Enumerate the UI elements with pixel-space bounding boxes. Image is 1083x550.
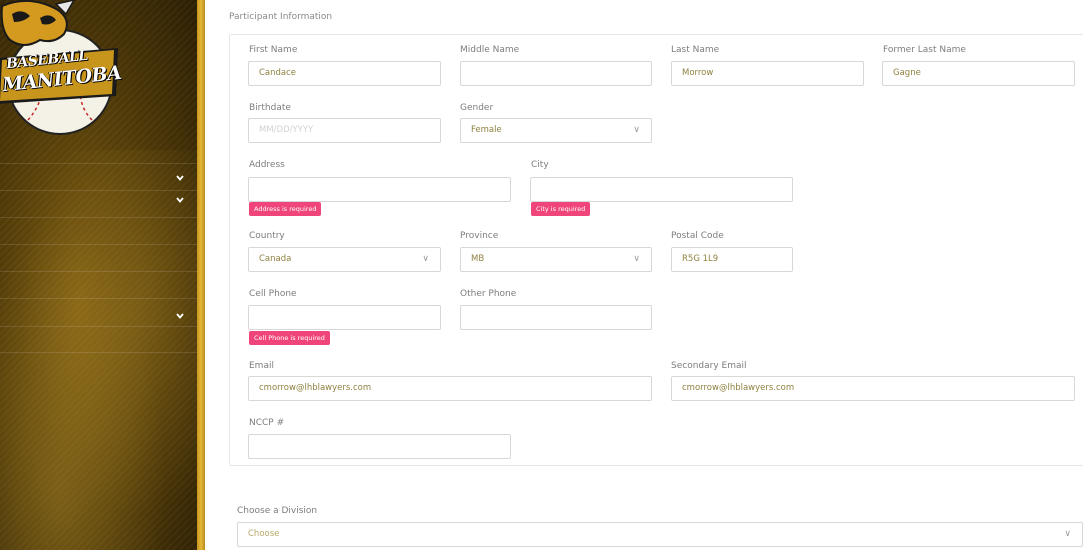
birthdate-field[interactable]: MM/DD/YYYY <box>248 118 441 143</box>
division-label: Choose a Division <box>237 506 318 516</box>
gender-select[interactable]: Female ∨ <box>460 118 652 143</box>
nav-divider <box>0 271 197 272</box>
nav-divider <box>0 298 197 299</box>
birthdate-label: Birthdate <box>249 103 291 113</box>
cell-phone-label: Cell Phone <box>249 289 297 299</box>
sidebar-background-photo <box>0 150 197 550</box>
section-title: Participant Information <box>229 12 333 22</box>
former-last-name-field[interactable]: Gagne <box>882 61 1075 86</box>
chevron-down-icon: ∨ <box>422 254 429 264</box>
cell-phone-field[interactable] <box>248 305 441 330</box>
chevron-down-icon[interactable] <box>174 310 186 322</box>
secondary-email-label: Secondary Email <box>671 361 747 371</box>
first-name-label: First Name <box>249 45 298 55</box>
city-field[interactable] <box>530 177 793 202</box>
city-label: City <box>531 160 549 170</box>
chevron-down-icon: ∨ <box>633 254 640 264</box>
nccp-label: NCCP # <box>249 418 285 428</box>
nav-divider <box>0 190 197 191</box>
chevron-down-icon[interactable] <box>174 172 186 184</box>
gender-label: Gender <box>460 103 494 113</box>
email-field[interactable]: cmorrow@lhblawyers.com <box>248 376 652 401</box>
nav-divider <box>0 352 197 353</box>
cell-phone-error-badge: Cell Phone is required <box>249 331 330 345</box>
province-select[interactable]: MB ∨ <box>460 247 652 272</box>
nccp-field[interactable] <box>248 434 511 459</box>
city-error-badge: City is required <box>531 202 591 216</box>
province-label: Province <box>460 231 499 241</box>
baseball-manitoba-logo[interactable]: BASEBALL MANITOBA <box>0 0 122 150</box>
country-label: Country <box>249 231 285 241</box>
other-phone-label: Other Phone <box>460 289 517 299</box>
first-name-field[interactable]: Candace <box>248 61 441 86</box>
chevron-down-icon[interactable] <box>174 194 186 206</box>
last-name-field[interactable]: Morrow <box>671 61 864 86</box>
division-select[interactable]: Choose ∨ <box>237 522 1083 547</box>
sidebar: BASEBALL MANITOBA <box>0 0 197 550</box>
chevron-down-icon: ∨ <box>1064 529 1071 539</box>
country-value: Canada <box>259 254 292 264</box>
gender-value: Female <box>471 125 502 135</box>
secondary-email-field[interactable]: cmorrow@lhblawyers.com <box>671 376 1075 401</box>
address-label: Address <box>249 160 285 170</box>
address-field[interactable] <box>248 177 511 202</box>
other-phone-field[interactable] <box>460 305 652 330</box>
province-value: MB <box>471 254 485 264</box>
postal-code-field[interactable]: R5G 1L9 <box>671 247 793 272</box>
nav-divider <box>0 326 197 327</box>
middle-name-field[interactable] <box>460 61 652 86</box>
postal-code-label: Postal Code <box>671 231 724 241</box>
sidebar-gold-border <box>197 0 205 550</box>
address-error-badge: Address is required <box>249 202 322 216</box>
nav-divider <box>0 163 197 164</box>
middle-name-label: Middle Name <box>460 45 520 55</box>
division-value: Choose <box>248 529 280 539</box>
nav-divider <box>0 217 197 218</box>
chevron-down-icon: ∨ <box>633 125 640 135</box>
former-last-name-label: Former Last Name <box>883 45 966 55</box>
country-select[interactable]: Canada ∨ <box>248 247 441 272</box>
last-name-label: Last Name <box>671 45 720 55</box>
nav-divider <box>0 244 197 245</box>
email-label: Email <box>249 361 274 371</box>
